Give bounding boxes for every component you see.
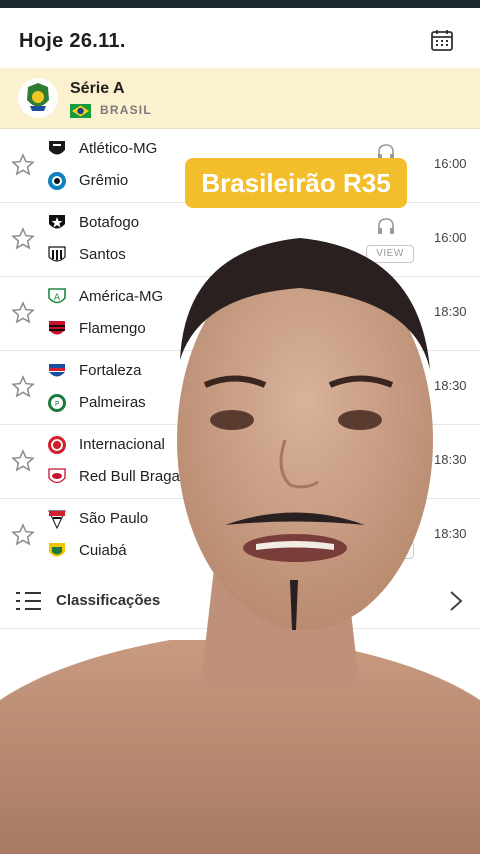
round-badge: Brasileirão R35 [185, 158, 407, 208]
person-overlay-image [0, 238, 480, 854]
